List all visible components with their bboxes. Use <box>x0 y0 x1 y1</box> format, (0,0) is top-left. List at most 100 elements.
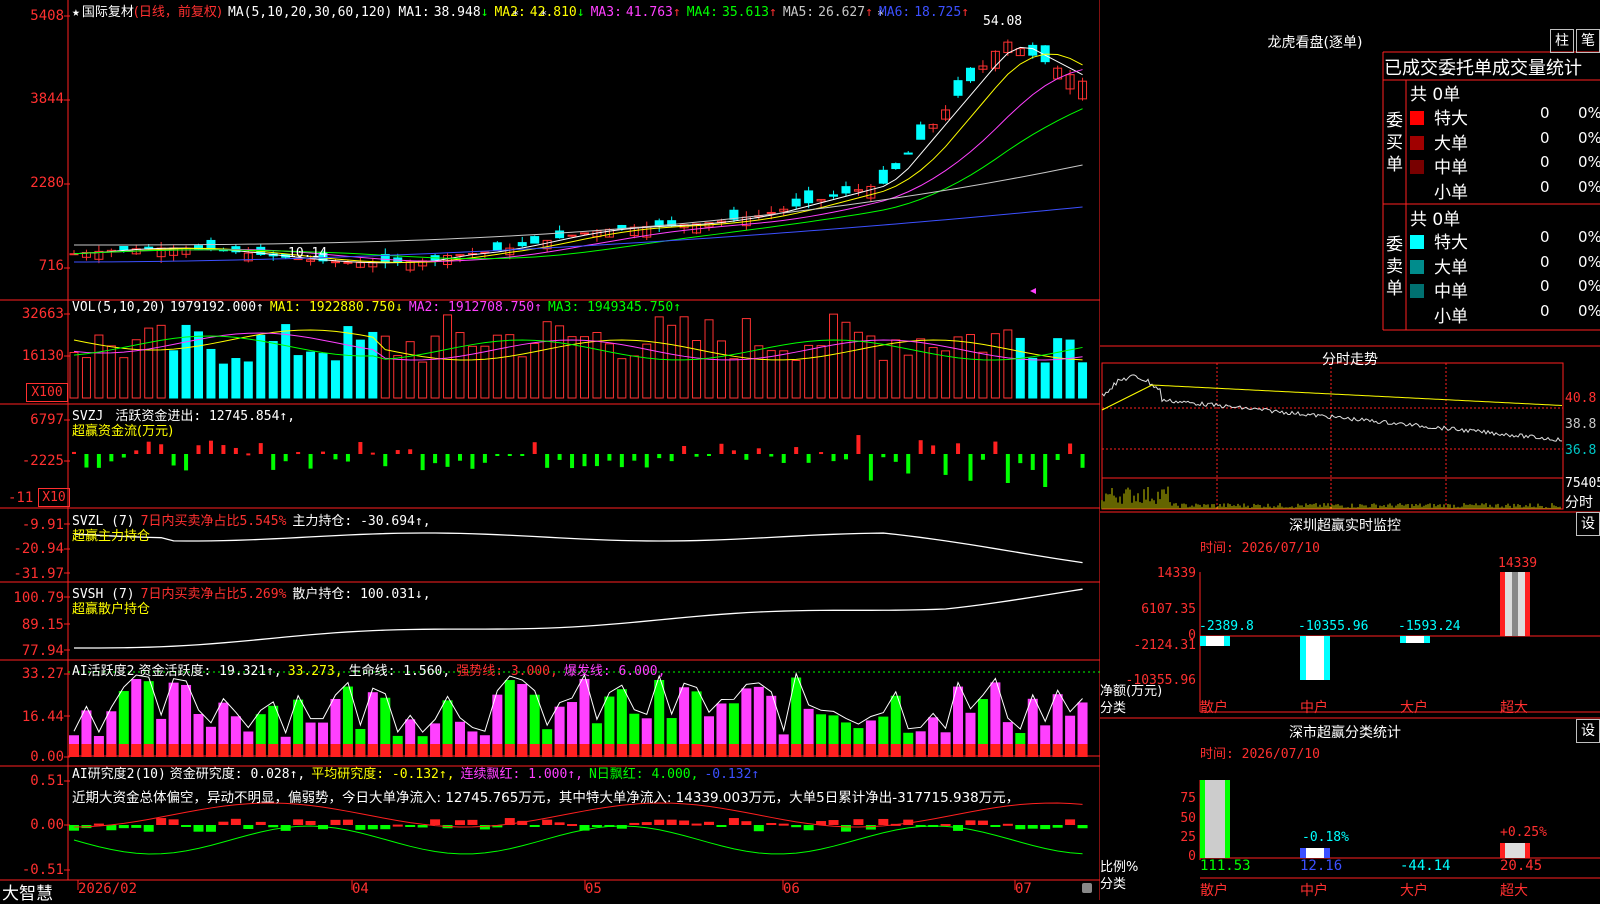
volume-bar <box>206 348 216 399</box>
activity-base <box>405 744 416 757</box>
volume-bar <box>181 324 191 399</box>
order-pct: 0% <box>1578 252 1600 271</box>
kline-mode[interactable]: (日线，前复权) <box>134 5 222 20</box>
money-flow-bar <box>557 454 562 460</box>
tick-view-button[interactable]: 笔 <box>1576 29 1600 53</box>
monitor-bar-label: -1593.24 <box>1398 619 1461 634</box>
classify-category: 大户 <box>1400 883 1428 899</box>
research-bar <box>156 818 167 825</box>
volume-bar <box>330 360 340 399</box>
money-flow-bar <box>794 447 799 454</box>
monitor-bar-edge <box>1300 636 1306 680</box>
money-flow-bar <box>84 454 89 468</box>
volume-bar <box>978 351 988 399</box>
sell-total: 共 0单 <box>1410 210 1461 230</box>
volume-bar <box>455 332 465 399</box>
kline-ytick: 5408 <box>30 8 64 24</box>
money-flow-bar <box>370 452 375 455</box>
order-count: 0 <box>1540 252 1550 271</box>
research-bar <box>753 825 764 832</box>
money-flow-bar <box>271 454 276 470</box>
activity-base <box>890 744 901 757</box>
money-flow-bar <box>545 454 550 468</box>
money-flow-bar <box>333 454 338 460</box>
monitor-class-label: 分类 <box>1100 701 1127 716</box>
order-row: 小单 <box>1410 178 1468 203</box>
monitor-ytick: 6107.35 <box>1141 602 1196 617</box>
volume-bar <box>965 334 975 399</box>
air-t3: 连续飘红: 1.000↑, <box>460 767 583 782</box>
research-bar <box>641 822 652 825</box>
money-flow-bar <box>843 454 848 460</box>
activity-base <box>380 744 391 757</box>
x-axis-label: 06 <box>783 881 800 897</box>
candle-body <box>878 169 888 184</box>
classify-ytick: 75 <box>1180 791 1196 806</box>
activity-base <box>342 744 353 757</box>
buy-total: 共 0单 <box>1410 85 1461 105</box>
ma-arrow-2: ↓ <box>576 5 585 20</box>
ai2-t4: 强势线: 3.000, <box>456 664 558 679</box>
research-bar <box>168 819 179 825</box>
classify-category: 中户 <box>1300 883 1328 899</box>
classify-bar-edge <box>1324 848 1330 858</box>
vol-unit-box[interactable]: X100 <box>26 383 68 402</box>
lock-icon[interactable] <box>1082 883 1092 893</box>
air-ytick: -0.51 <box>21 862 64 878</box>
x-axis-label: 05 <box>585 881 602 897</box>
research-bar <box>803 825 814 831</box>
money-flow-bar <box>308 454 313 469</box>
money-flow-bar <box>980 454 985 460</box>
volume-bar <box>990 333 1000 399</box>
activity-base <box>1065 744 1076 757</box>
svsh-ytick: 100.79 <box>13 590 64 606</box>
kline-ytick: 3844 <box>30 91 64 107</box>
research-bar <box>1065 819 1076 825</box>
order-size-name: 小单 <box>1434 182 1468 203</box>
right-panel-graphics <box>1100 51 1600 879</box>
svzj-unit-box[interactable]: X10 <box>38 488 70 507</box>
avg-price-line <box>1101 384 1563 411</box>
volume-bar <box>231 358 241 399</box>
research-bar <box>118 825 129 829</box>
classify-bar-edge <box>1200 780 1205 858</box>
money-flow-bar <box>657 454 662 459</box>
money-flow-bar <box>358 442 363 454</box>
stock-title[interactable]: 国际复材 <box>82 5 134 20</box>
activity-base <box>392 744 403 757</box>
volume-bar <box>804 344 814 399</box>
candle-body <box>953 80 963 96</box>
volume-bar <box>928 347 938 399</box>
activity-base <box>1052 744 1063 757</box>
activity-base <box>417 744 428 757</box>
volume-bar <box>729 358 739 399</box>
activity-base <box>181 744 192 757</box>
vol-value: 1979192.000↑ <box>169 300 264 315</box>
research-bar <box>840 825 851 832</box>
column-view-button[interactable]: 柱 <box>1550 29 1574 53</box>
activity-base <box>753 744 764 757</box>
volume-bar <box>791 359 801 399</box>
order-pct: 0% <box>1578 301 1600 320</box>
money-flow-bar <box>171 454 176 466</box>
order-pct: 0% <box>1578 177 1600 196</box>
monitor-category: 大户 <box>1400 700 1428 716</box>
money-flow-bar <box>968 454 973 481</box>
activity-base <box>840 744 851 757</box>
money-flow-bar <box>445 454 450 467</box>
svsh-sub: 超赢散户持仓 <box>72 602 151 617</box>
classify-settings-button[interactable]: 设 <box>1576 719 1600 743</box>
color-swatch <box>1410 111 1424 125</box>
vol-ma3: MA3: 1949345.750↑ <box>547 300 682 315</box>
money-flow-bar <box>570 454 575 469</box>
monitor-settings-button[interactable]: 设 <box>1576 512 1600 536</box>
research-bar <box>243 825 254 830</box>
activity-base <box>940 744 951 757</box>
money-flow-bar <box>731 450 736 454</box>
money-flow-bar <box>956 443 961 454</box>
activity-base <box>828 744 839 757</box>
ma-label: MA(5,10,20,30,60,120) <box>228 5 393 20</box>
research-bar <box>778 823 789 826</box>
ai2-t5: 爆发线: 6.000, <box>563 664 666 679</box>
monitor-ytick: -2124.31 <box>1133 638 1196 653</box>
